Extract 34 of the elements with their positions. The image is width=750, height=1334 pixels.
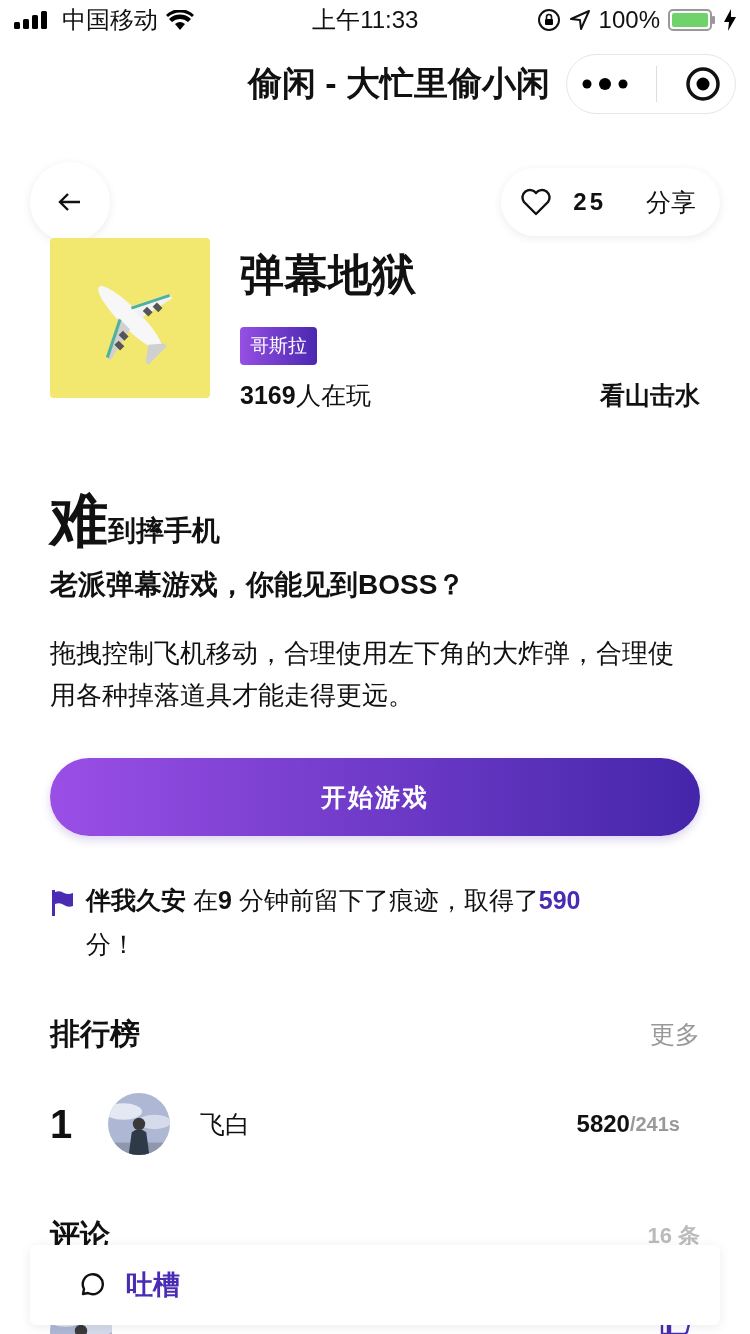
like-count: 25 [573,188,606,216]
thumbs-up-icon[interactable] [660,1325,692,1334]
clock-time: 上午11:33 [312,5,419,35]
wifi-icon [166,10,194,30]
share-button[interactable]: 分享 [628,185,696,219]
flag-icon [50,890,74,916]
page-title: 偷闲 - 大忙里偷小闲 [247,63,550,104]
heart-icon[interactable] [521,188,552,216]
rotation-lock-icon [536,8,561,32]
player-count: 3169人在玩 [240,380,371,411]
player-name: 飞白 [200,1108,251,1140]
comment-bar[interactable]: 吐槽 [30,1245,720,1325]
back-arrow-icon [58,192,82,212]
charging-icon [724,9,736,31]
player-score: 5820 [576,1110,630,1138]
start-game-button[interactable]: 开始游戏 [50,758,700,836]
play-time: /241s [629,1112,680,1136]
difficulty-word: 难 [50,486,108,554]
carrier-name: 中国移动 [62,5,158,35]
leaderboard-heading: 排行榜 [50,1016,140,1052]
battery-icon [668,9,716,31]
rank-number: 1 [50,1101,74,1147]
game-title: 弹幕地狱 [240,249,417,301]
close-target-icon[interactable] [685,66,722,102]
more-icon[interactable] [580,77,629,91]
subtitle: 老派弹幕游戏，你能见到BOSS？ [48,568,467,602]
battery-percent: 100% [598,6,660,34]
game-tag: 哥斯拉 [240,327,317,365]
headline-text: 到摔手机 [108,514,220,548]
game-description: 拖拽控制飞机移动，合理使用左下角的大炸弹，合理使用各种掉落道具才能走得更远。 [49,637,675,712]
recent-record-text: 伴我久安 在9 分钟前留下了痕迹，取得了590分！ [86,885,582,960]
location-arrow-icon [568,9,591,31]
comment-bar-label: 吐槽 [126,1269,180,1302]
author-name: 看山击水 [600,380,700,411]
